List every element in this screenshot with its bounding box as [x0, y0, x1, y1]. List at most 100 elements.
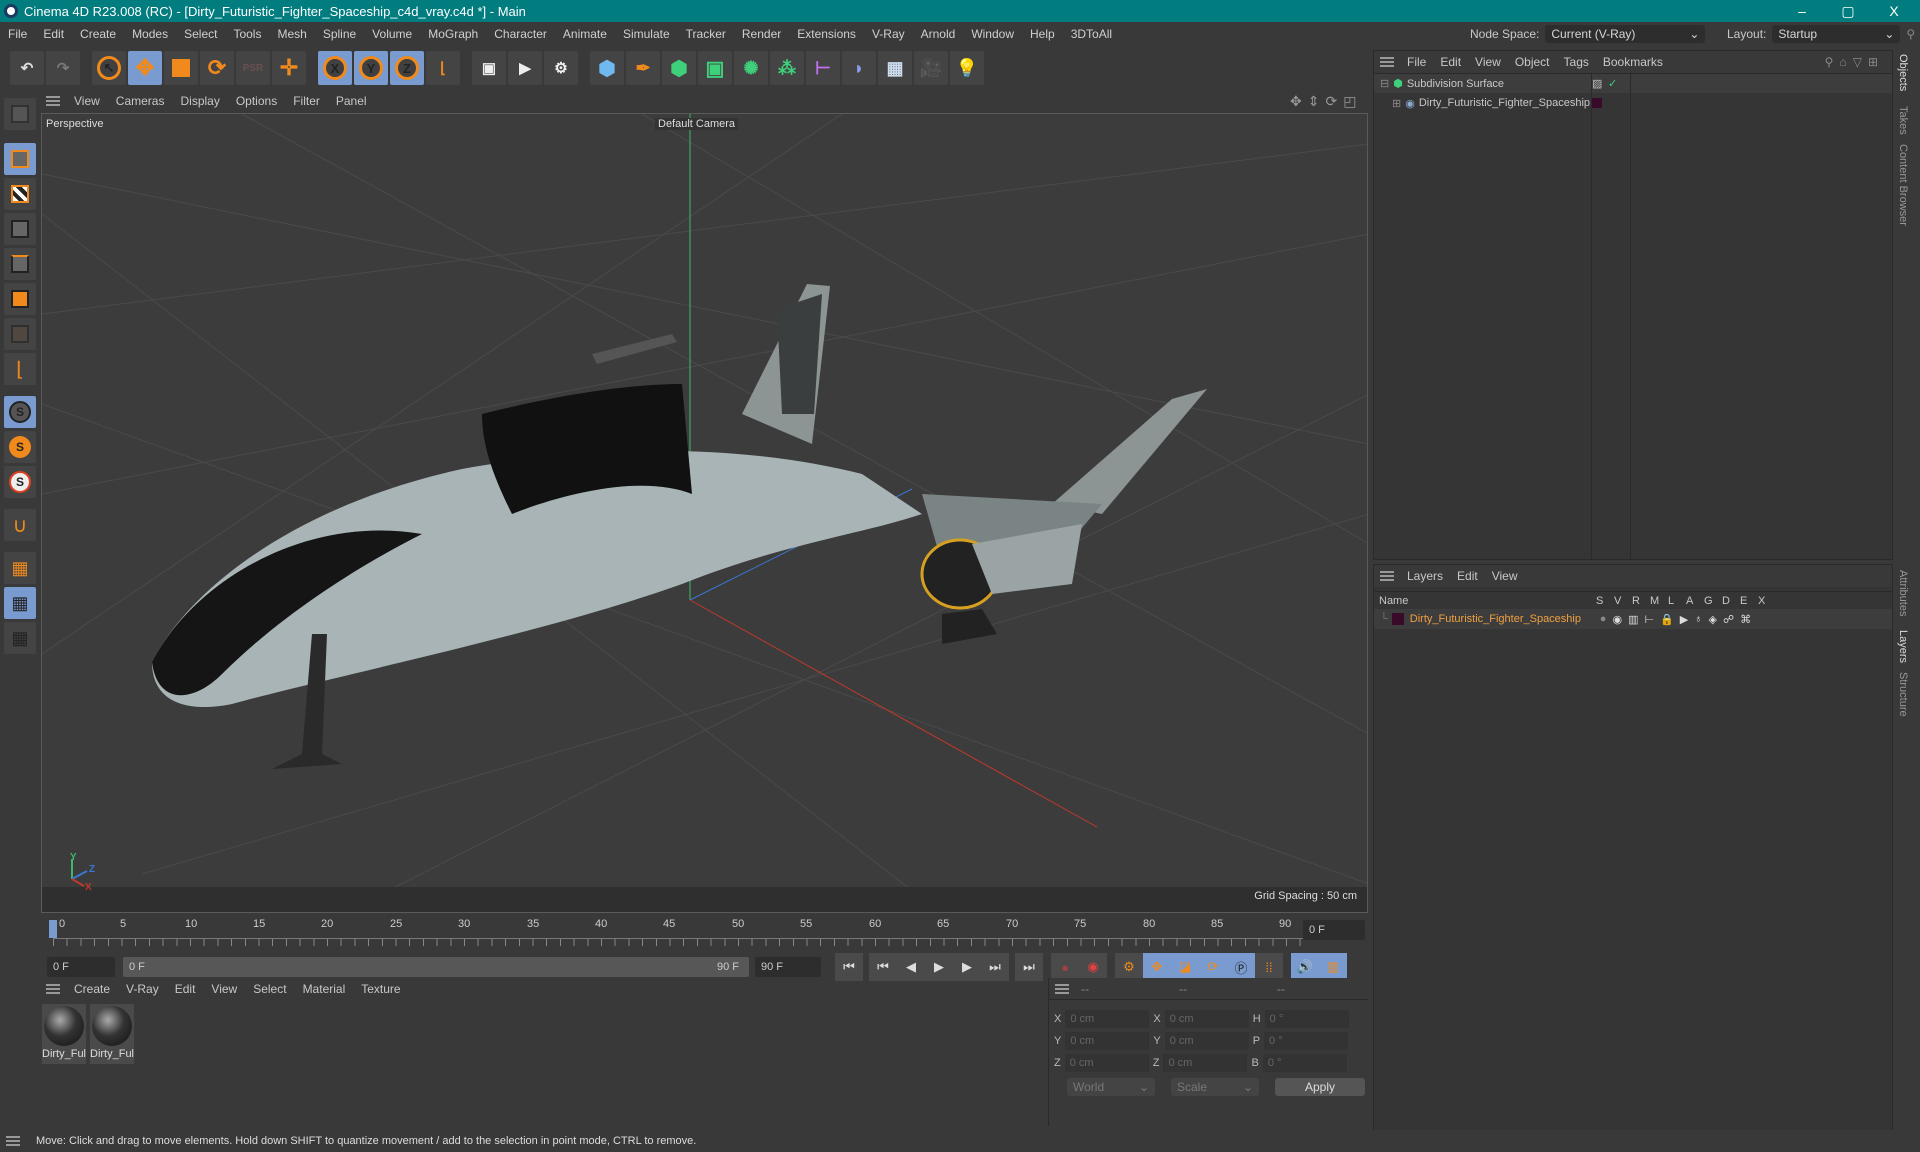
- tab-attributes[interactable]: Attributes: [1897, 570, 1909, 616]
- position-z-field[interactable]: 0 cm: [1064, 1054, 1149, 1072]
- rotation-h-field[interactable]: 0 °: [1264, 1010, 1349, 1028]
- material-menu-create[interactable]: Create: [66, 982, 118, 996]
- hamburger-icon[interactable]: [46, 96, 60, 106]
- render-view-button[interactable]: ▣: [472, 51, 506, 85]
- viewport-menu-cameras[interactable]: Cameras: [108, 94, 173, 108]
- generators-icon[interactable]: ♁: [1694, 613, 1702, 626]
- deformer-button[interactable]: ◗: [842, 51, 876, 85]
- object-row[interactable]: ⊟ ⬢ Subdivision Surface ▨ ✓: [1374, 73, 1892, 93]
- record-button[interactable]: ●: [1051, 953, 1079, 981]
- object-menu-object[interactable]: Object: [1508, 55, 1557, 69]
- viewport-menu-filter[interactable]: Filter: [285, 94, 328, 108]
- xrefs-icon[interactable]: ⌘: [1740, 613, 1751, 626]
- rotation-p-field[interactable]: 0 °: [1264, 1032, 1349, 1050]
- maximize-view-icon[interactable]: ◰: [1343, 93, 1362, 109]
- mograph-button[interactable]: ⁂: [770, 51, 804, 85]
- lock-workplane-button[interactable]: ▦: [4, 587, 36, 619]
- rotate-tool-button[interactable]: ⟳: [200, 51, 234, 85]
- transform-mode-dropdown[interactable]: Scale ⌄: [1171, 1078, 1259, 1096]
- camera-label[interactable]: Default Camera: [655, 118, 739, 130]
- menu-simulate[interactable]: Simulate: [615, 27, 678, 41]
- menu-modes[interactable]: Modes: [124, 27, 176, 41]
- search-icon[interactable]: ⚲: [1906, 27, 1915, 41]
- menu-window[interactable]: Window: [963, 27, 1022, 41]
- material-swatch[interactable]: Dirty_Ful: [90, 1004, 134, 1064]
- undo-button[interactable]: ↶: [10, 51, 44, 85]
- size-x-field[interactable]: 0 cm: [1164, 1010, 1249, 1028]
- move-tool-button[interactable]: ✥: [128, 51, 162, 85]
- menu-vray[interactable]: V-Ray: [864, 27, 913, 41]
- texture-mode-button[interactable]: [4, 178, 36, 210]
- next-frame-button[interactable]: ▶: [953, 953, 981, 981]
- material-menu-texture[interactable]: Texture: [353, 982, 408, 996]
- hamburger-icon[interactable]: [1380, 57, 1394, 67]
- lock-icon[interactable]: 🔒: [1660, 613, 1674, 626]
- viewport-menu-view[interactable]: View: [66, 94, 108, 108]
- layer-menu-layers[interactable]: Layers: [1400, 569, 1450, 583]
- sound-button[interactable]: 🔊: [1291, 953, 1319, 981]
- previous-frame-button[interactable]: ◀: [897, 953, 925, 981]
- layer-menu-edit[interactable]: Edit: [1450, 569, 1485, 583]
- menu-3dtoall[interactable]: 3DToAll: [1063, 27, 1120, 41]
- key-scale-button[interactable]: ◪: [1171, 953, 1199, 981]
- extrude-button[interactable]: ▣: [698, 51, 732, 85]
- hamburger-icon[interactable]: [46, 984, 60, 994]
- menu-animate[interactable]: Animate: [555, 27, 615, 41]
- object-menu-edit[interactable]: Edit: [1433, 55, 1468, 69]
- snap-settings-button[interactable]: S: [4, 431, 36, 463]
- go-to-end-button[interactable]: ⏭: [1015, 953, 1043, 981]
- expand-icon[interactable]: ⊞: [1392, 97, 1401, 110]
- position-y-field[interactable]: 0 cm: [1065, 1032, 1150, 1050]
- expressions-icon[interactable]: ☍: [1723, 613, 1734, 626]
- deformers-icon[interactable]: ◈: [1708, 613, 1716, 626]
- menu-volume[interactable]: Volume: [364, 27, 420, 41]
- render-settings-button[interactable]: ⚙: [544, 51, 578, 85]
- tab-takes[interactable]: Takes: [1897, 106, 1909, 135]
- object-row[interactable]: ⊞ ◉ Dirty_Futuristic_Fighter_Spaceship: [1374, 93, 1892, 113]
- align-workplane-button[interactable]: ▦: [4, 622, 36, 654]
- floor-button[interactable]: ▦: [878, 51, 912, 85]
- playhead[interactable]: [49, 920, 57, 938]
- key-parameter-button[interactable]: Ⓟ: [1227, 953, 1255, 981]
- object-menu-file[interactable]: File: [1400, 55, 1433, 69]
- pan-icon[interactable]: ✥: [1290, 93, 1308, 109]
- viewport-menu-panel[interactable]: Panel: [328, 94, 375, 108]
- select-tool-button[interactable]: ↖: [92, 51, 126, 85]
- autokey-button[interactable]: ◉: [1079, 953, 1107, 981]
- material-swatch[interactable]: Dirty_Ful: [42, 1004, 86, 1064]
- menu-spline[interactable]: Spline: [315, 27, 364, 41]
- viewport-menu-options[interactable]: Options: [228, 94, 285, 108]
- start-frame-field[interactable]: 0 F: [47, 957, 115, 977]
- layer-row[interactable]: └ Dirty_Futuristic_Fighter_Spaceship ● ◉…: [1374, 609, 1892, 629]
- hamburger-icon[interactable]: [6, 1136, 20, 1146]
- object-menu-view[interactable]: View: [1468, 55, 1508, 69]
- object-menu-tags[interactable]: Tags: [1557, 55, 1596, 69]
- maximize-button[interactable]: ▢: [1826, 0, 1870, 22]
- size-y-field[interactable]: 0 cm: [1164, 1032, 1249, 1050]
- orbit-icon[interactable]: ⟳: [1325, 93, 1343, 109]
- material-menu-edit[interactable]: Edit: [167, 982, 204, 996]
- snap-button[interactable]: S: [4, 396, 36, 428]
- solo-icon[interactable]: ●: [1600, 613, 1607, 626]
- menu-select[interactable]: Select: [176, 27, 225, 41]
- material-menu-vray[interactable]: V-Ray: [118, 982, 167, 996]
- make-editable-button[interactable]: [4, 98, 36, 130]
- expand-icon[interactable]: ⊟: [1380, 77, 1389, 90]
- home-icon[interactable]: ⌂: [1839, 55, 1852, 69]
- zoom-icon[interactable]: ⇕: [1308, 93, 1326, 109]
- object-menu-bookmarks[interactable]: Bookmarks: [1596, 55, 1670, 69]
- menu-mograph[interactable]: MoGraph: [420, 27, 486, 41]
- subdivision-button[interactable]: ⬢: [662, 51, 696, 85]
- material-menu-view[interactable]: View: [203, 982, 245, 996]
- menu-arnold[interactable]: Arnold: [913, 27, 964, 41]
- coordinate-mode-dropdown[interactable]: World ⌄: [1067, 1078, 1155, 1096]
- camera-button[interactable]: 🎥: [914, 51, 948, 85]
- tab-content-browser[interactable]: Content Browser: [1897, 144, 1909, 226]
- material-menu-select[interactable]: Select: [245, 982, 294, 996]
- size-z-field[interactable]: 0 cm: [1163, 1054, 1248, 1072]
- key-pla-button[interactable]: ⁞⁞: [1255, 953, 1283, 981]
- psr-button[interactable]: PSR: [236, 51, 270, 85]
- viewport-perspective[interactable]: Perspective Default Camera Y Z X Grid Sp…: [41, 113, 1368, 913]
- model-mode-button[interactable]: [4, 143, 36, 175]
- axis-mode-button[interactable]: ⌊: [4, 353, 36, 385]
